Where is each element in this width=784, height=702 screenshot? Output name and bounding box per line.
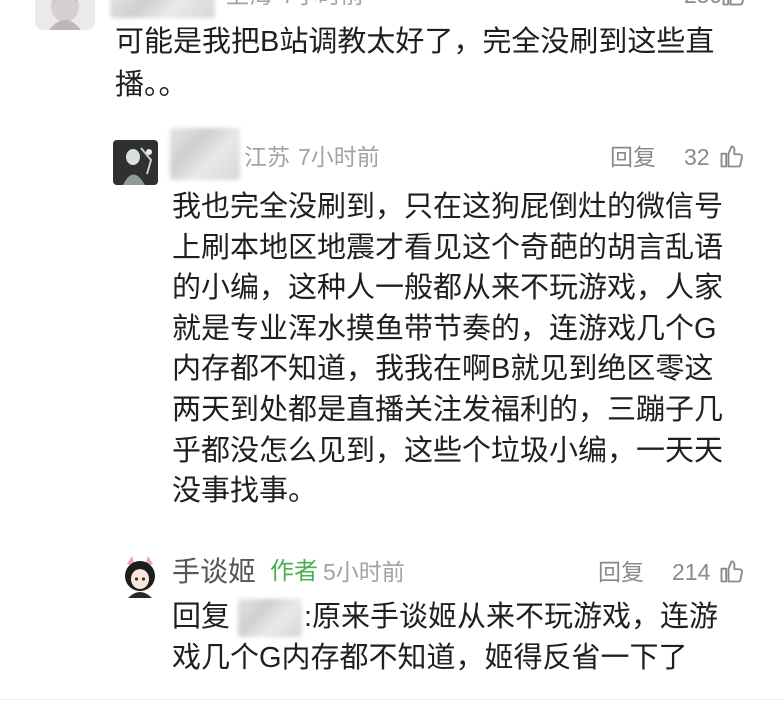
comment-line: 播。。 (115, 69, 188, 101)
comment-line: 内存都不知道，我我在啊B就见到绝区零这 (172, 353, 714, 386)
reply-button[interactable]: 回复 (610, 142, 656, 172)
avatar[interactable] (113, 140, 158, 185)
comment-location: 上海 (226, 0, 272, 10)
reply-text-line: :原来手谈姬从来不玩游戏，连游 (304, 601, 719, 633)
comment-line: 可能是我把B站调教太好了，完全没刷到这些直 (115, 26, 715, 58)
thumbs-up-icon[interactable] (718, 142, 746, 170)
thumbs-up-icon[interactable] (718, 557, 746, 585)
blurred-reply-target[interactable] (238, 599, 302, 637)
avatar[interactable] (118, 554, 162, 598)
thumbs-up-icon[interactable] (720, 0, 748, 8)
reply-button[interactable]: 回复 (598, 557, 644, 587)
avatar-image (35, 0, 95, 30)
blurred-username (170, 128, 240, 180)
author-badge: 作者 (270, 558, 318, 585)
comment-line: 上刷本地区地震才看见这个奇葩的胡言乱语 (172, 231, 724, 264)
comment-location: 江苏 (244, 144, 290, 170)
comment-line: 的小编，这种人一般都从来不玩游戏，人家 (172, 272, 724, 305)
author-username[interactable]: 手谈姬 (172, 555, 256, 589)
like-count: 214 (672, 559, 711, 585)
like-count: 32 (684, 144, 710, 170)
comment-text: 可能是我把B站调教太好了，完全没刷到这些直 播。。 (115, 21, 714, 107)
blurred-username (110, 0, 215, 18)
reply-text-line: 戏几个G内存都不知道，姬得反省一下了 (172, 642, 688, 674)
avatar-image (113, 140, 158, 185)
comment-text: 我也完全没刷到，只在这狗屁倒灶的微信号 上刷本地区地震才看见这个奇葩的胡言乱语 … (172, 187, 723, 512)
comment-time: 7小时前 (298, 144, 380, 170)
avatar-image (118, 554, 162, 598)
comment-line: 乎都没怎么见到，这些个垃圾小编，一天天 (172, 434, 724, 467)
comment-line: 就是专业浑水摸鱼带节奏的，连游戏几个G (172, 312, 717, 345)
comment-line: 两天到处都是直播关注发福利的，三蹦子几 (172, 393, 724, 426)
divider (0, 699, 784, 700)
comment-time: 7小时前 (282, 0, 364, 10)
like-count: 259 (684, 0, 722, 10)
comment-line: 我也完全没刷到，只在这狗屁倒灶的微信号 (172, 191, 724, 223)
reply-prefix: 回复 (172, 601, 231, 633)
avatar[interactable] (35, 0, 95, 30)
comment-line: 没事找事。 (172, 475, 318, 508)
comment-time: 5小时前 (323, 559, 405, 585)
